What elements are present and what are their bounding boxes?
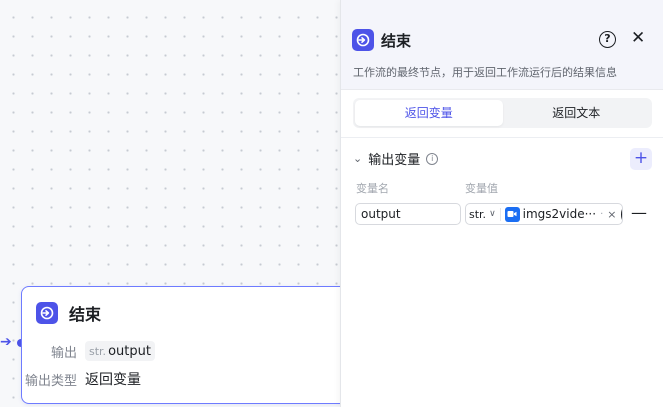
end-node-icon — [352, 29, 374, 51]
variable-name-input[interactable]: output — [355, 203, 461, 225]
node-return-type-value: 返回变量 — [85, 372, 141, 388]
output-variable-pill: str. output — [85, 341, 155, 361]
chevron-down-icon: ∨ — [489, 209, 496, 219]
variable-reference-chip[interactable]: imgs2vide··· · × — [504, 206, 616, 222]
end-node-settings-panel: 结束 ? ✕ 工作流的最终节点，用于返回工作流运行后的结果信息 返回变量 返回文… — [340, 0, 663, 407]
input-arrow-icon: ➔ — [0, 334, 12, 350]
section-title: 输出变量 — [368, 153, 421, 168]
help-icon[interactable]: ? — [599, 31, 616, 48]
close-icon[interactable]: ✕ — [631, 28, 645, 48]
node-header: 结束 — [36, 301, 101, 325]
variable-type-select[interactable]: str. ∨ — [469, 207, 501, 221]
chevron-down-icon[interactable]: ⌄ — [353, 152, 362, 165]
panel-description: 工作流的最终节点，用于返回工作流运行后的结果信息 — [353, 66, 617, 79]
target-icon[interactable] — [621, 207, 622, 221]
reference-separator: · — [600, 208, 604, 220]
tabs-bar: 返回变量 返回文本 — [341, 90, 663, 138]
remove-variable-button[interactable]: — — [631, 204, 647, 222]
node-output-row: 输出 str. output — [14, 341, 155, 361]
node-title: 结束 — [69, 305, 102, 324]
column-header-value: 变量值 — [465, 182, 498, 195]
panel-header: 结束 ? ✕ 工作流的最终节点，用于返回工作流运行后的结果信息 — [341, 0, 663, 90]
column-header-name: 变量名 — [356, 182, 389, 195]
output-variables-section-header[interactable]: ⌄ 输出变量 i — [353, 149, 439, 168]
node-output-label: 输出 — [50, 345, 77, 361]
node-return-type-label: 输出类型 — [24, 373, 77, 389]
variable-type-label: str. — [469, 207, 487, 221]
add-variable-button[interactable]: + — [630, 148, 652, 170]
output-type: str. — [89, 344, 107, 358]
variable-value-field[interactable]: str. ∨ imgs2vide··· · × — [465, 203, 623, 225]
return-mode-tabs: 返回变量 返回文本 — [353, 98, 652, 128]
end-node-icon — [36, 302, 58, 324]
info-icon[interactable]: i — [426, 152, 439, 165]
output-name: output — [108, 343, 151, 359]
tab-return-variable[interactable]: 返回变量 — [355, 100, 503, 126]
tab-return-text[interactable]: 返回文本 — [503, 100, 651, 126]
camera-icon — [504, 206, 520, 222]
clear-reference-icon[interactable]: × — [607, 208, 616, 221]
node-return-type-row: 输出类型 返回变量 — [14, 369, 141, 389]
reference-node-name: imgs2vide··· — [522, 207, 597, 221]
panel-title: 结束 — [381, 32, 412, 50]
